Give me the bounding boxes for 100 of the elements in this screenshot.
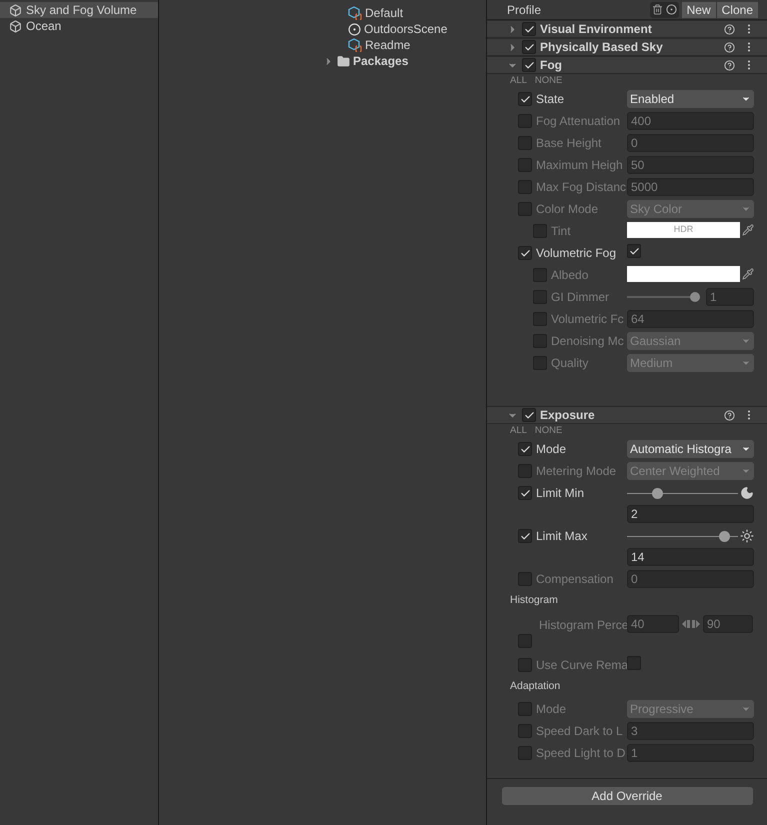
property-label: Mode xyxy=(536,441,566,458)
property-label: Metering Mode xyxy=(536,463,616,480)
section-title: Fog xyxy=(540,57,563,74)
property-label: Fog Attenuation xyxy=(536,113,620,130)
hierarchy-item[interactable]: Ocean xyxy=(0,18,158,34)
property-label: Quality xyxy=(551,355,588,372)
color-swatch[interactable] xyxy=(627,266,740,282)
toggle-checkbox[interactable] xyxy=(627,656,641,670)
override-checkbox[interactable] xyxy=(518,746,532,760)
help-icon[interactable] xyxy=(724,410,735,420)
all-link[interactable]: ALL xyxy=(510,74,527,88)
override-checkbox[interactable] xyxy=(518,246,532,260)
number-field[interactable]: 50 xyxy=(627,156,754,174)
hierarchy-item[interactable]: Sky and Fog Volume xyxy=(0,2,158,18)
property-label: Limit Min xyxy=(536,485,584,502)
check-icon xyxy=(520,488,530,498)
override-checkbox[interactable] xyxy=(518,702,532,716)
slider-thumb[interactable] xyxy=(690,292,700,302)
property-label: Speed Light to D xyxy=(536,745,626,762)
none-link[interactable]: NONE xyxy=(534,424,562,438)
dropdown[interactable]: Enabled xyxy=(627,90,754,108)
property-label: Histogram Perce xyxy=(539,617,627,634)
number-field[interactable]: 3 xyxy=(627,722,754,740)
number-field[interactable]: 400 xyxy=(627,112,754,130)
project-item[interactable]: Packages xyxy=(353,52,408,70)
section-checkbox[interactable] xyxy=(522,408,536,422)
cube-icon xyxy=(9,20,22,32)
property-label: Denoising Mc xyxy=(551,333,624,350)
number-field[interactable]: 64 xyxy=(627,310,754,328)
override-checkbox[interactable] xyxy=(518,180,532,194)
section-header[interactable]: Visual Environment xyxy=(487,20,767,38)
override-checkbox[interactable] xyxy=(518,658,532,672)
override-checkbox[interactable] xyxy=(518,572,532,586)
slider-thumb[interactable] xyxy=(719,530,730,542)
override-checkbox[interactable] xyxy=(518,136,532,150)
eyedropper-icon[interactable] xyxy=(742,224,754,236)
override-checkbox[interactable] xyxy=(518,442,532,456)
project-item[interactable]: Readme xyxy=(365,36,410,54)
profile-button[interactable]: New xyxy=(682,2,717,18)
override-checkbox[interactable] xyxy=(533,224,547,238)
override-checkbox[interactable] xyxy=(518,486,532,500)
section-header[interactable]: Exposure xyxy=(487,406,767,424)
profile-button[interactable]: Clone xyxy=(716,2,759,18)
number-field[interactable]: 2 xyxy=(627,505,754,523)
moon-icon xyxy=(740,486,754,500)
override-checkbox[interactable] xyxy=(518,202,532,216)
color-swatch[interactable]: HDR xyxy=(627,222,740,238)
project-item[interactable]: Default xyxy=(365,4,404,22)
override-checkbox[interactable] xyxy=(518,724,532,738)
property-label: Speed Dark to L xyxy=(536,723,623,740)
override-checkbox[interactable] xyxy=(518,114,532,128)
number-field[interactable]: 1 xyxy=(627,744,754,762)
check-icon xyxy=(520,94,530,104)
cube-icon xyxy=(9,4,22,16)
folder-icon xyxy=(337,54,350,68)
help-icon[interactable] xyxy=(724,60,735,70)
group-heading: Adaptation xyxy=(510,679,560,694)
property-label: Use Curve Rema xyxy=(536,657,628,674)
project-item[interactable]: OutdoorsScene xyxy=(364,20,448,38)
object-picker-icon[interactable] xyxy=(666,4,677,15)
property-label: GI Dimmer xyxy=(551,289,609,306)
number-field[interactable]: 5000 xyxy=(627,178,754,196)
section-header[interactable]: Fog xyxy=(487,56,767,74)
override-checkbox[interactable] xyxy=(518,92,532,106)
range-handle-icon xyxy=(682,619,700,629)
property-label: Color Mode xyxy=(536,201,598,218)
all-link[interactable]: ALL xyxy=(510,424,527,438)
section-checkbox[interactable] xyxy=(522,58,536,72)
override-checkbox[interactable] xyxy=(533,312,547,326)
section-checkbox[interactable] xyxy=(522,22,536,36)
number-field[interactable]: 14 xyxy=(627,548,754,566)
number-field[interactable]: 0 xyxy=(627,134,754,152)
none-link[interactable]: NONE xyxy=(534,74,562,88)
override-checkbox[interactable] xyxy=(533,268,547,282)
number-field[interactable]: 40 xyxy=(627,615,679,633)
help-icon[interactable] xyxy=(724,42,735,52)
group-heading: Histogram xyxy=(510,593,558,608)
add-override-button[interactable]: Add Override xyxy=(502,787,752,805)
override-checkbox[interactable] xyxy=(533,290,547,304)
property-label: Max Fog Distanc xyxy=(536,179,626,196)
section-title: Physically Based Sky xyxy=(540,39,664,56)
dropdown[interactable]: Automatic Histogra xyxy=(627,440,754,458)
override-checkbox[interactable] xyxy=(518,529,532,543)
check-icon xyxy=(524,24,534,34)
toggle-checkbox[interactable] xyxy=(627,244,641,258)
override-checkbox[interactable] xyxy=(533,334,547,348)
override-checkbox[interactable] xyxy=(533,356,547,370)
number-field[interactable]: 0 xyxy=(627,570,754,588)
help-icon[interactable] xyxy=(724,24,735,34)
eyedropper-icon[interactable] xyxy=(742,268,754,280)
override-checkbox[interactable] xyxy=(518,158,532,172)
property-label: State xyxy=(536,91,564,108)
number-field[interactable]: 1 xyxy=(706,288,754,306)
slider-thumb[interactable] xyxy=(652,488,663,498)
section-header[interactable]: Physically Based Sky xyxy=(487,38,767,56)
override-checkbox[interactable] xyxy=(518,634,532,648)
property-label: Volumetric Fc xyxy=(551,311,624,328)
number-field[interactable]: 90 xyxy=(703,615,753,633)
override-checkbox[interactable] xyxy=(518,464,532,478)
section-checkbox[interactable] xyxy=(522,40,536,54)
